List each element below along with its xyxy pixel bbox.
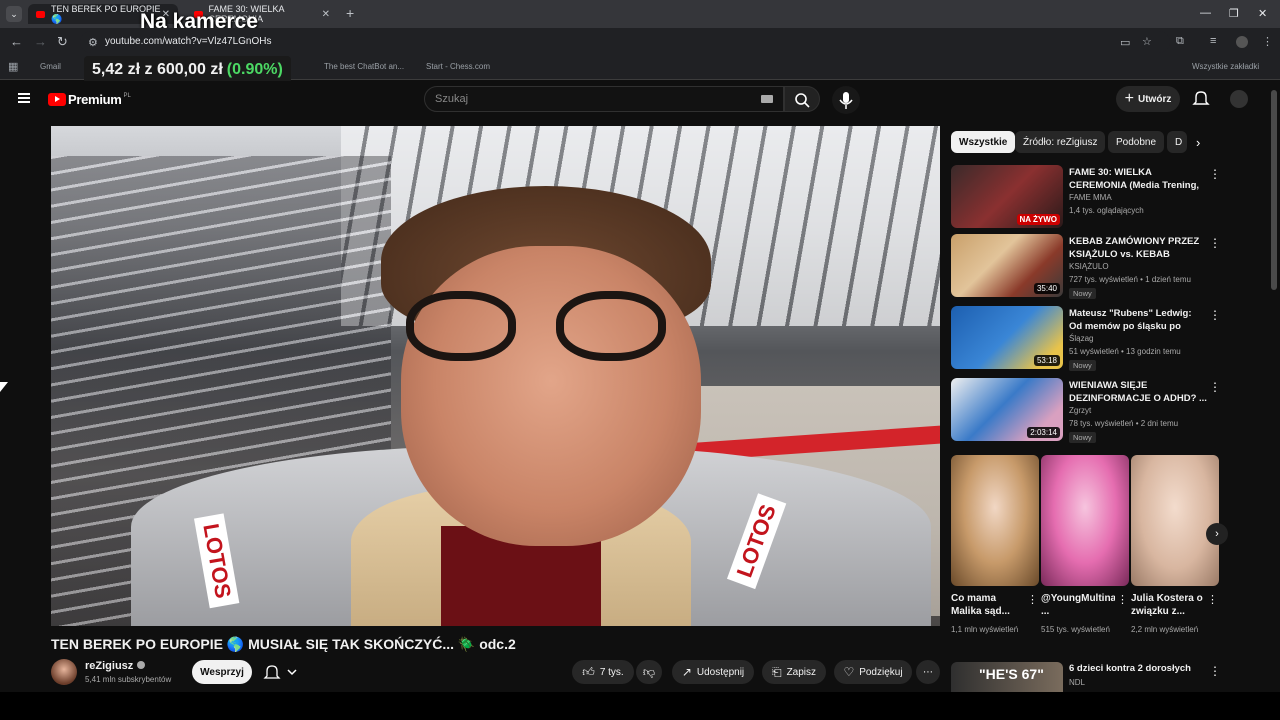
video-thumbnail[interactable]: 2:03:14	[951, 378, 1063, 441]
thumbs-down-icon: 👎︎	[642, 664, 656, 679]
bookmark-star-icon[interactable]: ☆	[1142, 35, 1152, 48]
recommendation-item[interactable]: 53:18 Mateusz "Rubens" Ledwig: Od memów …	[951, 306, 1221, 372]
plus-icon: +	[1124, 90, 1134, 107]
more-vertical-icon[interactable]: ⋮	[1209, 380, 1221, 394]
youtube-header: Premium PL Szukaj + Utwórz	[0, 81, 1280, 117]
media-icon[interactable]: ≡	[1210, 35, 1216, 47]
more-horizontal-icon: ⋯	[923, 666, 933, 678]
support-button[interactable]: Wesprzyj	[192, 660, 252, 684]
thanks-button[interactable]: ♡ Podziękuj	[834, 660, 912, 684]
save-button[interactable]: ⎗ Zapisz	[762, 660, 826, 684]
video-thumbnail[interactable]: 35:40	[951, 234, 1063, 297]
mouse-cursor-icon	[0, 382, 8, 392]
chip-more[interactable]: D	[1167, 131, 1187, 153]
more-vertical-icon[interactable]: ⋮	[1209, 167, 1221, 181]
short-item[interactable]: @YoungMultinas ... 515 tys. wyświetleń ⋮	[1041, 455, 1129, 634]
super-thanks-icon: ♡	[843, 665, 855, 679]
recommendation-item[interactable]: 2:03:14 WIENIAWA SIĘJE DEZINFORMACJE O A…	[951, 378, 1221, 444]
chip-all[interactable]: Wszystkie	[951, 131, 1016, 153]
youtube-favicon-icon	[36, 10, 45, 18]
short-item[interactable]: Julia Kostera o związku z... 2,2 mln wyś…	[1131, 455, 1219, 634]
recommendation-item[interactable]: 35:40 KEBAB ZAMÓWIONY PRZEZ KSIĄŻULO vs.…	[951, 234, 1221, 300]
video-thumbnail[interactable]: "HE'S 67"	[951, 662, 1063, 692]
apps-grid-icon[interactable]: ▦	[8, 60, 18, 73]
shorts-next-button[interactable]: ›	[1206, 523, 1228, 545]
close-tab-icon[interactable]: ✕	[322, 9, 330, 20]
search-icon	[795, 93, 810, 108]
share-button[interactable]: ↗ Udostępnij	[672, 660, 754, 684]
menu-icon[interactable]	[18, 93, 30, 103]
minimize-button[interactable]: —	[1200, 7, 1211, 19]
account-avatar[interactable]	[1230, 90, 1248, 108]
subscription-bell-button[interactable]	[262, 662, 304, 682]
more-vertical-icon[interactable]: ⋮	[1117, 593, 1128, 606]
extensions-icon[interactable]: ⧉	[1176, 35, 1184, 48]
url-text: youtube.com/watch?v=Vlz47LGnOHs	[105, 36, 272, 47]
page-scrollbar[interactable]	[1271, 90, 1277, 690]
keyboard-icon[interactable]	[761, 95, 773, 103]
close-window-button[interactable]: ✕	[1258, 7, 1267, 20]
scrollbar-thumb[interactable]	[1271, 90, 1277, 290]
more-actions-button[interactable]: ⋯	[916, 660, 940, 684]
dislike-button[interactable]: 👎︎	[636, 660, 662, 684]
video-thumbnail[interactable]: NA ŻYWO	[951, 165, 1063, 228]
more-vertical-icon[interactable]: ⋮	[1207, 593, 1218, 606]
chevron-right-icon[interactable]: ›	[1196, 135, 1200, 150]
subscriber-count: 5,41 mln subskrybentów	[85, 675, 172, 684]
back-icon[interactable]: ←	[10, 34, 23, 49]
omnibox[interactable]: ⚙ youtube.com/watch?v=Vlz47LGnOHs ▭ ☆	[80, 31, 1170, 53]
search-input[interactable]: Szukaj	[424, 86, 784, 112]
live-badge: NA ŻYWO	[1016, 214, 1060, 225]
tab-search-button[interactable]: ⌄	[6, 6, 22, 22]
new-tab-button[interactable]: +	[346, 5, 354, 21]
short-thumbnail[interactable]	[1041, 455, 1129, 586]
all-bookmarks[interactable]: Wszystkie zakładki	[1192, 62, 1259, 71]
search-button[interactable]	[784, 86, 820, 112]
channel-name[interactable]: reZigiusz	[85, 660, 146, 672]
bookmark-chess[interactable]: Start - Chess.com	[426, 62, 490, 71]
video-title: TEN BEREK PO EUROPIE 🌎 MUSIAŁ SIĘ TAK SK…	[51, 636, 516, 652]
forward-icon[interactable]: →	[34, 34, 47, 49]
more-vertical-icon[interactable]: ⋮	[1209, 236, 1221, 250]
voice-search-button[interactable]	[832, 86, 860, 114]
share-icon: ↗	[681, 665, 692, 679]
short-item[interactable]: Co mama Malika sąd... 1,1 mln wyświetleń…	[951, 455, 1039, 634]
reload-icon[interactable]: ↻	[57, 34, 68, 50]
bookmark-chatbot[interactable]: The best ChatBot an...	[324, 62, 404, 71]
menu-kebab-icon[interactable]: ⋮	[1262, 35, 1273, 48]
address-bar-row: ← → ↻ ⚙ youtube.com/watch?v=Vlz47LGnOHs …	[0, 28, 1280, 56]
notifications-bell-icon[interactable]	[1192, 89, 1210, 107]
short-thumbnail[interactable]	[1131, 455, 1219, 586]
bookmark-gmail[interactable]: Gmail	[40, 62, 61, 71]
recommendation-item[interactable]: "HE'S 67" 6 dzieci kontra 2 dorosłych ND…	[951, 662, 1221, 692]
site-info-icon[interactable]: ⚙	[88, 36, 98, 49]
short-thumbnail[interactable]	[951, 455, 1039, 586]
video-player[interactable]: LOTOS LOTOS	[51, 126, 940, 626]
more-vertical-icon[interactable]: ⋮	[1209, 664, 1221, 678]
bottom-bar	[0, 692, 1280, 720]
verified-icon	[137, 661, 146, 669]
video-thumbnail[interactable]: 53:18	[951, 306, 1063, 369]
chip-related[interactable]: Podobne	[1108, 131, 1165, 153]
donation-overlay: 5,42 zł z 600,00 zł (0.90%)	[84, 56, 291, 84]
maximize-button[interactable]: ❐	[1229, 7, 1239, 20]
profile-icon[interactable]	[1236, 36, 1248, 48]
channel-avatar[interactable]	[51, 659, 77, 685]
bookmark-icon: ⎗	[771, 664, 782, 679]
chip-source[interactable]: Źródło: reZigiusz	[1015, 131, 1106, 153]
recommendation-item[interactable]: NA ŻYWO FAME 30: WIELKA CEREMONIA (Media…	[951, 165, 1221, 231]
microphone-icon	[839, 92, 853, 109]
youtube-play-icon	[48, 93, 66, 106]
more-vertical-icon[interactable]: ⋮	[1027, 593, 1038, 606]
youtube-logo[interactable]: Premium PL	[48, 92, 131, 107]
like-button[interactable]: 👍︎ 7 tys.	[572, 660, 634, 684]
thumbs-up-icon: 👍︎	[582, 664, 595, 679]
create-button[interactable]: + Utwórz	[1116, 86, 1180, 112]
cast-icon[interactable]: ▭	[1120, 36, 1130, 49]
more-vertical-icon[interactable]: ⋮	[1209, 308, 1221, 322]
